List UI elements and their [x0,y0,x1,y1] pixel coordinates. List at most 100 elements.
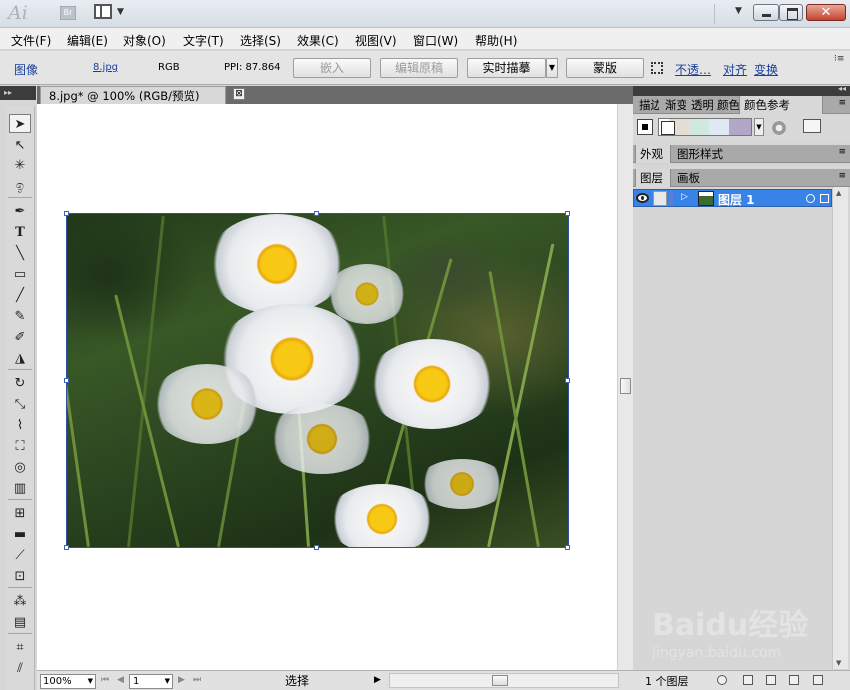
expand-triangle-icon[interactable]: ▷ [681,192,688,202]
menu-select[interactable]: 选择(S) [240,32,281,49]
bridge-button[interactable]: Br [60,6,76,20]
placed-image[interactable] [66,213,569,548]
selection-handle-bottom-right[interactable] [565,545,570,550]
last-artboard-icon[interactable]: ⏭ [193,675,201,685]
eraser-tool-icon[interactable]: ◮ [9,349,31,368]
visibility-eye-icon[interactable] [636,193,649,203]
transform-link[interactable]: 变换 [754,61,778,78]
lock-toggle[interactable] [653,191,667,206]
artboard-number-select[interactable]: 1 ▼ [129,674,173,689]
control-bar-menu-icon[interactable]: ⁝≡ [834,54,844,64]
zoom-level-select[interactable]: 100% ▼ [40,674,96,689]
live-trace-options-chevron-icon[interactable]: ▼ [546,58,558,78]
canvas-vertical-scrollbar[interactable] [617,104,633,670]
live-trace-button[interactable]: 实时描摹 [467,58,546,78]
menu-edit[interactable]: 编辑(E) [67,32,108,49]
selection-handle-bottom[interactable] [314,545,319,550]
pen-tool-icon[interactable]: ✒ [9,202,31,221]
selection-handle-top[interactable] [314,211,319,216]
tools-panel-header[interactable]: ▸▸ [0,86,36,100]
menu-file[interactable]: 文件(F) [11,32,51,49]
paintbrush-tool-icon[interactable]: ╱ [9,286,31,305]
tab-layers[interactable]: 图层 [635,169,671,187]
menu-object[interactable]: 对象(O) [123,32,166,49]
crop-marks-icon[interactable] [651,62,663,74]
selection-handle-bottom-left[interactable] [64,545,69,550]
scroll-up-icon[interactable]: ▲ [836,189,841,197]
maximize-button[interactable] [779,4,803,21]
arrange-documents-button[interactable]: ▼ [94,4,128,22]
rotate-tool-icon[interactable]: ↻ [9,374,31,393]
layer-name[interactable]: 图层 1 [718,191,755,208]
harmony-rules-chevron-icon[interactable]: ▼ [754,118,764,136]
selection-handle-left[interactable] [64,378,69,383]
next-artboard-icon[interactable]: ▶ [178,675,185,685]
menu-window[interactable]: 窗口(W) [413,32,458,49]
free-transform-tool-icon[interactable]: ⛶ [9,437,31,456]
selection-tool-icon[interactable]: ➤ [9,114,31,133]
new-layer-icon[interactable] [789,675,799,685]
tab-stroke[interactable]: 描边 [635,96,659,114]
tab-color-guide[interactable]: 颜色参考 [739,96,823,114]
graph-tool-icon[interactable]: ▥ [9,479,31,498]
eyedropper-tool-icon[interactable]: ⟋ [9,546,31,565]
shape-builder-tool-icon[interactable]: ◎ [9,458,31,477]
color-wheel-icon[interactable] [771,120,787,136]
make-clipping-mask-icon[interactable] [743,675,753,685]
embed-button[interactable]: 嵌入 [293,58,371,78]
save-color-group-icon[interactable] [803,119,821,133]
type-tool-icon[interactable]: T [9,223,31,242]
artboard-tool-icon[interactable]: ⌗ [9,638,31,657]
first-artboard-icon[interactable]: ⏮ [101,675,109,685]
blob-brush-tool-icon[interactable]: ✐ [9,328,31,347]
tab-color[interactable]: 颜色 [713,96,739,114]
previous-artboard-icon[interactable]: ◀ [117,675,124,685]
selection-handle-right[interactable] [565,378,570,383]
direct-selection-tool-icon[interactable]: ↖ [9,136,31,155]
magic-wand-tool-icon[interactable]: ✳ [9,156,31,175]
selection-indicator[interactable] [820,194,829,203]
layer-row[interactable]: ▷ 图层 1 [633,189,832,207]
status-text[interactable]: 选择 [207,673,387,689]
tab-transparency[interactable]: 透明 [687,96,713,114]
tab-appearance[interactable]: 外观 [635,145,671,163]
column-graph-tool-icon[interactable]: ▤ [9,613,31,632]
panel-menu-icon[interactable]: ≡ [838,147,846,157]
rectangle-tool-icon[interactable]: ▭ [9,265,31,284]
vertical-scroll-thumb[interactable] [620,378,631,394]
menu-view[interactable]: 视图(V) [355,32,397,49]
canvas-horizontal-scrollbar[interactable] [389,673,619,688]
mask-button[interactable]: 蒙版 [566,58,644,78]
minimize-button[interactable] [753,4,779,21]
symbol-sprayer-tool-icon[interactable]: ⁂ [9,592,31,611]
selection-handle-top-left[interactable] [64,211,69,216]
target-circle-icon[interactable] [806,194,815,203]
blend-tool-icon[interactable]: ⊡ [9,567,31,586]
tab-gradient[interactable]: 渐变 [661,96,686,114]
horizontal-scroll-thumb[interactable] [492,675,508,686]
slice-tool-icon[interactable]: ⫽ [9,659,31,678]
panels-header[interactable]: ◂◂ [633,84,850,96]
scale-tool-icon[interactable]: ⤡ [9,395,31,414]
line-segment-tool-icon[interactable]: ╲ [9,244,31,263]
warp-tool-icon[interactable]: ⌇ [9,416,31,435]
align-link[interactable]: 对齐 [723,61,747,78]
close-window-button[interactable]: ✕ [806,4,846,21]
tab-artboards[interactable]: 画板 [673,169,707,187]
menu-effect[interactable]: 效果(C) [297,32,339,49]
menu-type[interactable]: 文字(T) [183,32,224,49]
close-tab-icon[interactable]: ⊠ [233,88,245,100]
new-sublayer-icon[interactable] [766,675,776,685]
layers-vertical-scrollbar[interactable]: ▲ ▼ [832,187,848,669]
opacity-link[interactable]: 不透… [675,61,711,78]
document-tab[interactable]: 8.jpg* @ 100% (RGB/预览) [40,86,226,104]
edit-original-button[interactable]: 编辑原稿 [380,58,458,78]
harmony-color-bar[interactable] [658,118,752,136]
linked-file-link[interactable]: 8.jpg [93,62,118,73]
selection-handle-top-right[interactable] [565,211,570,216]
locate-object-icon[interactable] [717,675,727,685]
workspace-switcher-chevron-icon[interactable]: ▼ [735,6,742,16]
menu-help[interactable]: 帮助(H) [475,32,517,49]
panel-menu-icon[interactable]: ≡ [838,171,846,181]
lasso-tool-icon[interactable]: ඉ [9,177,31,196]
